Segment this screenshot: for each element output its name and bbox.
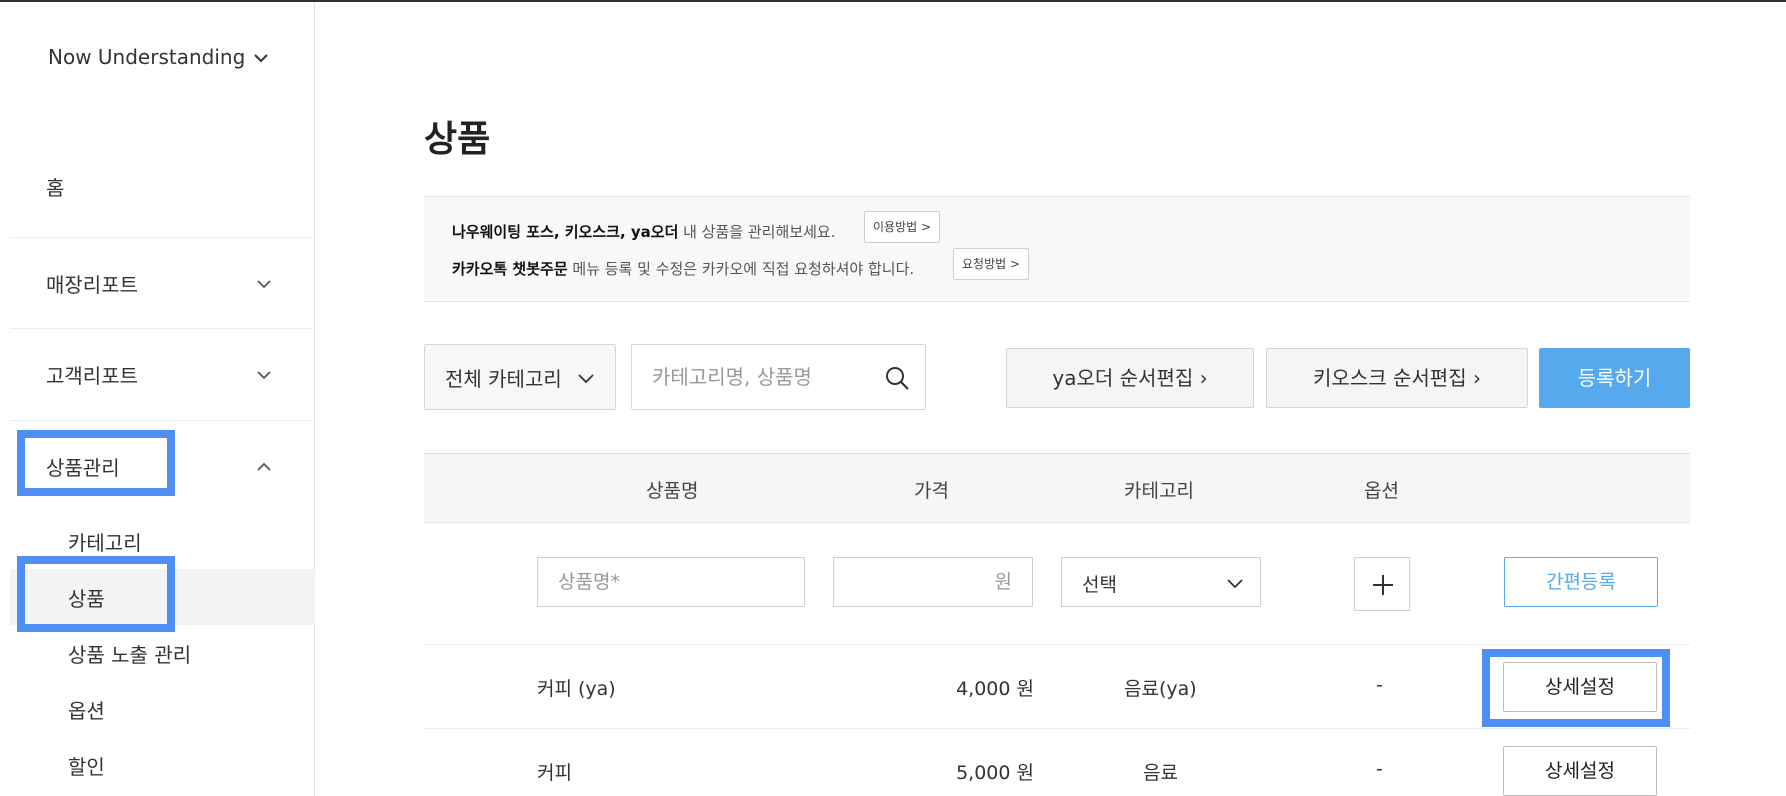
column-header-category: 카테고리 — [1124, 480, 1194, 502]
table-row: 커피 5,000 원 음료 - 상세설정 — [424, 729, 1690, 796]
highlight-product-management — [17, 430, 175, 496]
chevron-right-icon: › — [1472, 366, 1481, 390]
how-to-use-button[interactable]: 이용방법 > — [864, 211, 941, 243]
notice-line-2: 카카오톡 챗봇주문 메뉴 등록 및 수정은 카카오에 직접 요청하셔야 합니다. — [452, 260, 915, 278]
search-field[interactable] — [631, 344, 926, 410]
request-method-button[interactable]: 요청방법 > — [953, 248, 1030, 280]
chevron-right-icon: › — [1199, 366, 1208, 390]
product-category: 음료 — [1143, 762, 1178, 784]
product-name-field[interactable] — [537, 557, 805, 607]
sidebar-item-customer-report[interactable]: 고객리포트 — [46, 360, 138, 389]
product-name: 커피 (ya) — [537, 678, 616, 700]
price-input[interactable] — [834, 558, 1032, 606]
table-header: 상품명 가격 카테고리 옵션 — [424, 453, 1690, 523]
chevron-down-icon[interactable] — [256, 369, 272, 381]
category-filter-select[interactable]: 전체 카테고리 — [424, 344, 616, 410]
divider — [10, 328, 315, 329]
highlight-product — [17, 556, 175, 632]
kiosk-order-edit-button[interactable]: 키오스크 순서편집 › — [1266, 348, 1528, 408]
search-icon[interactable] — [884, 365, 910, 391]
divider — [10, 420, 315, 421]
quick-add-row: 선택 간편등록 — [424, 523, 1690, 645]
chevron-down-icon — [578, 374, 594, 384]
column-header-name: 상품명 — [646, 480, 699, 502]
plus-icon — [1373, 575, 1393, 595]
product-option: - — [1376, 674, 1383, 696]
store-name[interactable]: Now Understanding — [48, 40, 248, 74]
sidebar-item-product-exposure[interactable]: 상품 노출 관리 — [68, 639, 191, 668]
yaorder-order-edit-button[interactable]: ya오더 순서편집 › — [1006, 348, 1254, 408]
column-header-option: 옵션 — [1364, 480, 1399, 502]
product-price: 4,000 원 — [956, 678, 1034, 700]
add-option-button[interactable] — [1354, 557, 1410, 611]
chevron-up-icon[interactable] — [256, 461, 272, 473]
product-name-input[interactable] — [538, 558, 804, 606]
chevron-down-icon — [1227, 579, 1243, 589]
sidebar-item-store-report[interactable]: 매장리포트 — [46, 269, 138, 298]
product-price: 5,000 원 — [956, 762, 1034, 784]
column-header-price: 가격 — [914, 480, 949, 502]
chevron-down-icon[interactable] — [256, 278, 272, 290]
notice-box: 나우웨이팅 포스, 키오스크, ya오더 내 상품을 관리해보세요. 이용방법 … — [424, 196, 1690, 302]
sidebar-item-option[interactable]: 옵션 — [68, 695, 105, 724]
highlight-detail-settings — [1482, 649, 1670, 727]
product-name: 커피 — [537, 762, 572, 784]
detail-settings-button[interactable]: 상세설정 — [1503, 746, 1657, 796]
register-button[interactable]: 등록하기 — [1539, 348, 1690, 408]
notice-line-1: 나우웨이팅 포스, 키오스크, ya오더 내 상품을 관리해보세요. — [452, 223, 836, 241]
sidebar-item-home[interactable]: 홈 — [46, 172, 64, 201]
divider — [10, 237, 315, 238]
quick-register-button[interactable]: 간편등록 — [1504, 557, 1658, 607]
product-option: - — [1376, 758, 1383, 780]
page-title: 상품 — [424, 119, 491, 160]
category-select[interactable]: 선택 — [1061, 557, 1261, 607]
product-category: 음료(ya) — [1124, 678, 1197, 700]
price-field[interactable] — [833, 557, 1033, 607]
search-input[interactable] — [652, 359, 872, 395]
chevron-down-icon[interactable] — [253, 52, 269, 64]
sidebar-item-category[interactable]: 카테고리 — [68, 527, 142, 556]
sidebar: Now Understanding 홈 매장리포트 고객리포트 상품관리 카테고… — [0, 2, 315, 796]
sidebar-item-discount[interactable]: 할인 — [68, 751, 105, 780]
